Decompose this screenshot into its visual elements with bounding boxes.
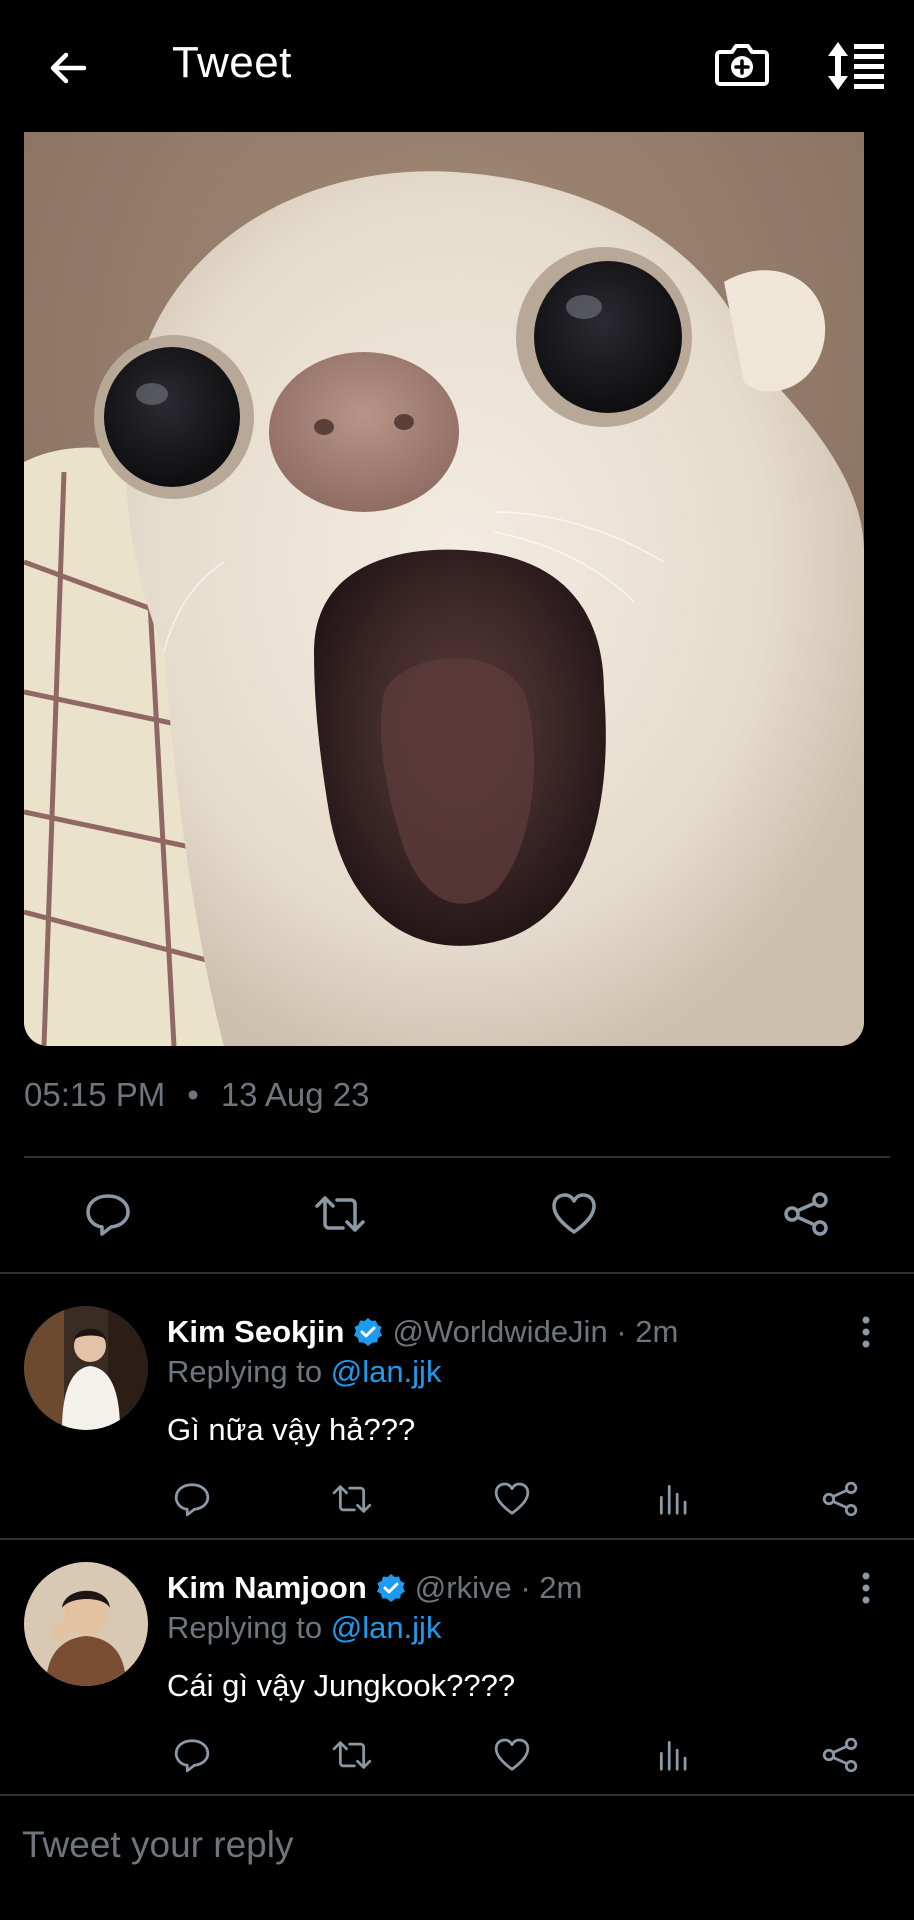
comment-icon — [174, 1483, 210, 1517]
like-button[interactable] — [544, 1184, 604, 1244]
avatar-image — [24, 1562, 148, 1686]
reply-item[interactable]: Kim Namjoon @rkive · 2m Replying to @lan… — [0, 1540, 914, 1796]
retweet-button[interactable] — [310, 1184, 370, 1244]
timestamp-separator: • — [187, 1076, 199, 1113]
retweet-button[interactable] — [327, 1730, 377, 1780]
replying-to-label: Replying to — [167, 1354, 331, 1389]
screenshot-button[interactable] — [712, 34, 772, 94]
mention-link[interactable]: @lan.jjk — [331, 1610, 442, 1645]
like-button[interactable] — [487, 1730, 537, 1780]
top-bar: Tweet — [0, 0, 914, 130]
analytics-button[interactable] — [649, 1474, 699, 1524]
like-button[interactable] — [487, 1474, 537, 1524]
back-button[interactable] — [36, 36, 100, 100]
reply-actions — [167, 1474, 867, 1524]
replying-to: Replying to @lan.jjk — [167, 1354, 441, 1390]
chihuahua-photo-image — [24, 132, 864, 1046]
display-name[interactable]: Kim Namjoon — [167, 1570, 367, 1606]
share-button[interactable] — [776, 1184, 836, 1244]
heart-icon — [552, 1193, 596, 1234]
more-options-button[interactable] — [846, 1312, 886, 1352]
mention-link[interactable]: @lan.jjk — [331, 1354, 442, 1389]
avatar[interactable] — [24, 1562, 148, 1686]
replying-to: Replying to @lan.jjk — [167, 1610, 441, 1646]
share-button[interactable] — [815, 1730, 865, 1780]
handle-and-time: @rkive · 2m — [414, 1570, 583, 1605]
reply-button[interactable] — [78, 1184, 138, 1244]
camera-plus-icon — [715, 44, 769, 86]
page-title: Tweet — [172, 38, 292, 87]
heart-icon — [494, 1738, 530, 1771]
share-icon — [822, 1481, 858, 1517]
retweet-icon — [332, 1485, 372, 1513]
bar-chart-icon — [659, 1484, 687, 1515]
reply-composer — [0, 1792, 914, 1920]
retweet-button[interactable] — [327, 1474, 377, 1524]
share-button[interactable] — [815, 1474, 865, 1524]
tweet-photo[interactable] — [24, 132, 864, 1046]
reply-text: Cái gì vậy Jungkook???? — [167, 1668, 516, 1703]
divider — [24, 1156, 890, 1158]
replying-to-label: Replying to — [167, 1610, 331, 1645]
sort-button[interactable] — [824, 34, 888, 98]
reply-button[interactable] — [167, 1474, 217, 1524]
verified-badge-icon — [352, 1316, 384, 1348]
handle-and-time: @WorldwideJin · 2m — [392, 1314, 679, 1349]
tweet-time: 05:15 PM — [24, 1076, 166, 1113]
avatar-image — [24, 1306, 148, 1430]
reply-item[interactable]: Kim Seokjin @WorldwideJin · 2m Replying … — [0, 1274, 914, 1538]
retweet-icon — [332, 1741, 372, 1769]
display-name[interactable]: Kim Seokjin — [167, 1314, 344, 1350]
avatar[interactable] — [24, 1306, 148, 1430]
reply-header: Kim Namjoon @rkive · 2m — [167, 1570, 582, 1606]
tweet-date: 13 Aug 23 — [220, 1076, 370, 1113]
bar-chart-icon — [659, 1740, 687, 1771]
more-vertical-icon — [862, 1316, 870, 1348]
tweet-timestamp: 05:15 PM • 13 Aug 23 — [24, 1076, 369, 1114]
reply-input[interactable] — [20, 1814, 884, 1876]
arrow-left-icon — [50, 52, 87, 84]
more-options-button[interactable] — [846, 1568, 886, 1608]
comment-icon — [86, 1194, 130, 1236]
reply-header: Kim Seokjin @WorldwideJin · 2m — [167, 1314, 678, 1350]
share-icon — [822, 1737, 858, 1773]
reply-text: Gì nữa vậy hả??? — [167, 1412, 416, 1447]
retweet-icon — [315, 1196, 365, 1232]
analytics-button[interactable] — [649, 1730, 699, 1780]
more-vertical-icon — [862, 1572, 870, 1604]
reply-actions — [167, 1730, 867, 1780]
comment-icon — [174, 1739, 210, 1773]
verified-badge-icon — [375, 1572, 407, 1604]
share-icon — [784, 1192, 828, 1236]
heart-icon — [494, 1482, 530, 1515]
sort-list-icon — [828, 42, 884, 90]
reply-button[interactable] — [167, 1730, 217, 1780]
tweet-actions — [0, 1184, 914, 1244]
